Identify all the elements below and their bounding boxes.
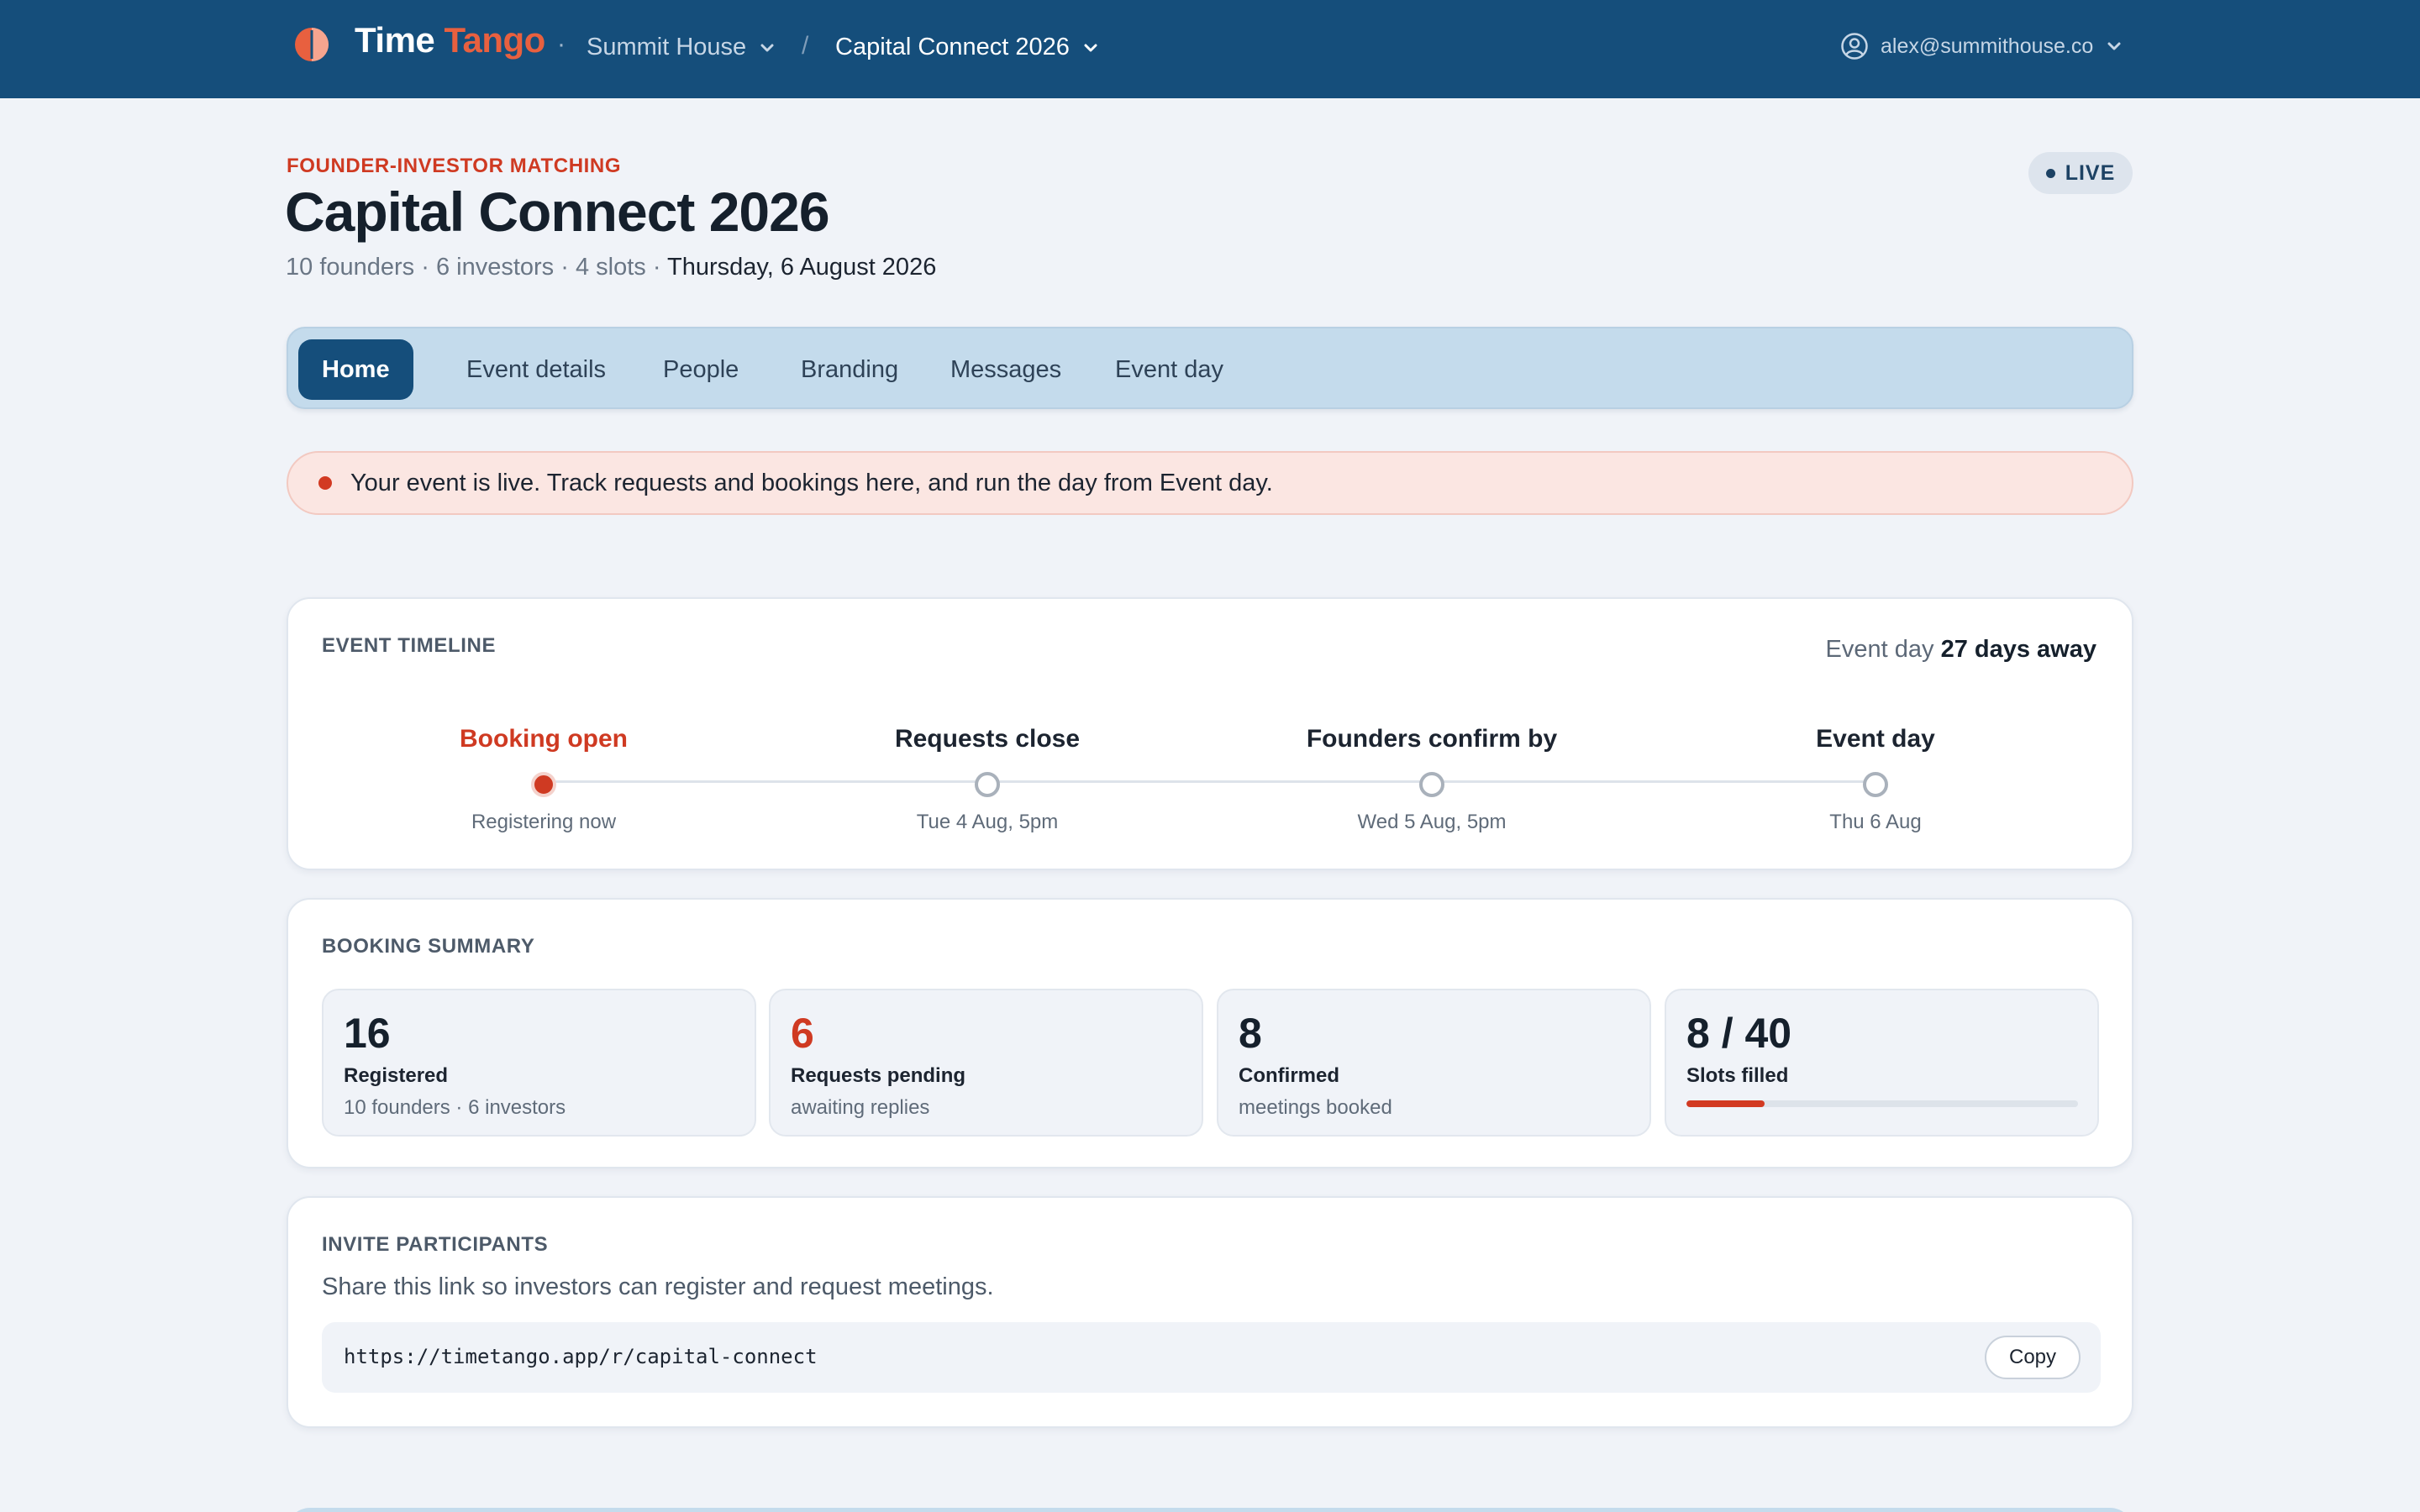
stat-value: 8 [1239, 1010, 1262, 1057]
stat-slots-filled[interactable]: 8 / 40 Slots filled [1665, 989, 2099, 1137]
timeline-step: Founders confirm by Wed 5 Aug, 5pm [1222, 725, 1642, 834]
chevron-down-icon [2107, 42, 2121, 50]
tab-event-details[interactable]: Event details [443, 339, 629, 400]
logo-icon [295, 28, 329, 61]
timeline-step-date: Registering now [471, 811, 617, 833]
tab-event-day[interactable]: Event day [1092, 339, 1247, 400]
timeline-node-icon [1863, 772, 1888, 797]
stat-value: 6 [791, 1010, 814, 1057]
stat-detail: meetings booked [1239, 1096, 1392, 1119]
tab-messages[interactable]: Messages [927, 339, 1085, 400]
breadcrumb-dot: · [557, 30, 566, 58]
event-switcher[interactable]: Capital Connect 2026 [835, 34, 1100, 61]
timeline-step-date: Wed 5 Aug, 5pm [1357, 811, 1507, 833]
event-date: Thursday, 6 August 2026 [667, 254, 937, 281]
event-meta: 10 founders · 6 investors · 4 slots · Th… [286, 254, 936, 281]
tab-home[interactable]: Home [298, 339, 413, 400]
brand-name-part1: Time [355, 20, 435, 60]
timeline-node-active-icon [531, 772, 556, 797]
timeline-step: Booking open Registering now [334, 725, 754, 834]
event-name: Capital Connect 2026 [835, 34, 1070, 60]
timeline-step-label: Event day [1816, 725, 1935, 753]
stat-label: Slots filled [1686, 1064, 1789, 1087]
breadcrumb-separator: / [802, 32, 809, 60]
timeline-step-label: Requests close [894, 725, 1081, 753]
invite-link-box: https://timetango.app/r/capital-connect … [322, 1322, 2101, 1393]
stat-label: Registered [344, 1064, 449, 1087]
stat-label: Confirmed [1239, 1064, 1339, 1087]
tab-people[interactable]: People [639, 339, 762, 400]
invite-participants-card: INVITE PARTICIPANTS Share this link so i… [287, 1196, 2133, 1428]
invite-title: INVITE PARTICIPANTS [322, 1233, 549, 1256]
stat-label: Requests pending [791, 1064, 966, 1087]
copy-link-button[interactable]: Copy [1985, 1336, 2081, 1379]
chevron-down-icon [1084, 44, 1097, 51]
event-counts: 10 founders · 6 investors · 4 slots · [286, 254, 661, 281]
status-text: LIVE [2065, 160, 2116, 185]
account-menu[interactable]: alex@summithouse.co [1840, 32, 2123, 60]
summary-title: BOOKING SUMMARY [322, 935, 535, 958]
stat-requests-pending[interactable]: 6 Requests pending awaiting replies [769, 989, 1203, 1137]
invite-link[interactable]: https://timetango.app/r/capital-connect [344, 1345, 818, 1368]
event-countdown: Event day 27 days away [1826, 636, 2096, 664]
status-badge: LIVE [2028, 152, 2133, 194]
page-title: Capital Connect 2026 [285, 181, 830, 243]
stat-confirmed[interactable]: 8 Confirmed meetings booked [1217, 989, 1651, 1137]
organization-name: Summit House [587, 34, 747, 60]
alert-text: Your event is live. Track requests and b… [350, 469, 1273, 496]
stat-value: 8 / 40 [1686, 1010, 1792, 1057]
timeline-step-label: Founders confirm by [1306, 725, 1558, 753]
slots-progress-fill [1686, 1100, 1765, 1107]
booking-summary-card: BOOKING SUMMARY 16 Registered 10 founder… [287, 898, 2133, 1168]
event-timeline-card: EVENT TIMELINE Event day 27 days away Bo… [287, 597, 2133, 870]
alert-dot-icon [318, 476, 332, 490]
timeline-node-icon [1419, 772, 1444, 797]
account-email: alex@summithouse.co [1881, 34, 2094, 58]
stat-value: 16 [344, 1010, 391, 1057]
top-navigation-bar: Time Tango · Summit House / Capital Conn… [0, 0, 2420, 98]
countdown-value: 27 days away [1940, 636, 2096, 663]
timeline-step-date: Tue 4 Aug, 5pm [916, 811, 1059, 833]
next-section-peek [287, 1508, 2133, 1512]
brand-name-part2: Tango [444, 20, 545, 60]
timeline-node-icon [975, 772, 1000, 797]
slots-progress-bar [1686, 1100, 2078, 1107]
brand-logo[interactable]: Time Tango [355, 20, 545, 60]
timeline-title: EVENT TIMELINE [322, 634, 497, 657]
timeline-step: Event day Thu 6 Aug [1665, 725, 2086, 834]
section-tabs: Home Event details People Branding Messa… [287, 327, 2133, 409]
stat-registered[interactable]: 16 Registered 10 founders · 6 investors [322, 989, 756, 1137]
user-circle-icon [1841, 33, 1868, 60]
chevron-down-icon [760, 44, 774, 51]
invite-description: Share this link so investors can registe… [322, 1273, 994, 1300]
stat-detail: 10 founders · 6 investors [344, 1096, 566, 1119]
organization-switcher[interactable]: Summit House [587, 34, 776, 61]
stat-detail: awaiting replies [791, 1096, 930, 1119]
countdown-prefix: Event day [1825, 636, 1934, 663]
timeline-step-date: Thu 6 Aug [1829, 811, 1922, 833]
event-type-label: FOUNDER-INVESTOR MATCHING [287, 155, 622, 177]
live-alert-banner: Your event is live. Track requests and b… [287, 451, 2133, 515]
timeline-step-label: Booking open [460, 725, 628, 753]
timeline-step: Requests close Tue 4 Aug, 5pm [777, 725, 1197, 834]
tab-branding[interactable]: Branding [777, 339, 922, 400]
status-dot-icon [2045, 168, 2055, 178]
